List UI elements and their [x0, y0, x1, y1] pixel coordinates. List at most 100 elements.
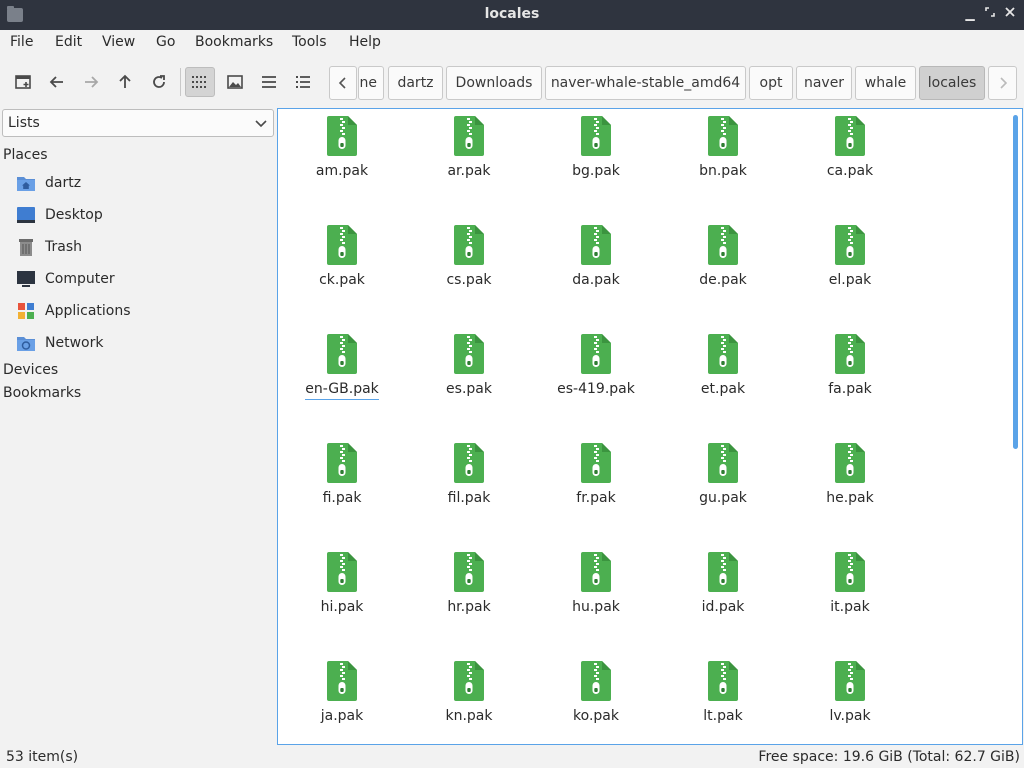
- close-icon[interactable]: [1002, 6, 1018, 22]
- new-tab-button[interactable]: [8, 67, 38, 97]
- file-item[interactable]: es.pak: [414, 327, 524, 427]
- file-item[interactable]: es-419.pak: [541, 327, 651, 427]
- sidebar-item-dartz[interactable]: dartz: [16, 169, 272, 197]
- maximize-icon[interactable]: [982, 6, 998, 22]
- file-item[interactable]: gu.pak: [668, 436, 778, 536]
- file-name: fil.pak: [447, 490, 491, 506]
- sidebar-mode-select[interactable]: Lists: [2, 109, 274, 137]
- back-button[interactable]: [42, 67, 72, 97]
- file-item[interactable]: da.pak: [541, 218, 651, 318]
- menu-go[interactable]: Go: [156, 34, 175, 50]
- up-button[interactable]: [110, 67, 140, 97]
- breadcrumb-scroll-left[interactable]: [329, 66, 357, 100]
- sidebar-item-computer[interactable]: Computer: [16, 265, 272, 293]
- detailed-list-button[interactable]: [288, 67, 318, 97]
- sidebar-item-applications[interactable]: Applications: [16, 297, 272, 325]
- file-item[interactable]: fil.pak: [414, 436, 524, 536]
- breadcrumb-item-opt[interactable]: opt: [749, 66, 793, 100]
- file-item[interactable]: fi.pak: [287, 436, 397, 536]
- file-item[interactable]: fr.pak: [541, 436, 651, 536]
- file-item[interactable]: lv.pak: [795, 654, 905, 744]
- file-item[interactable]: hu.pak: [541, 545, 651, 645]
- file-item[interactable]: bg.pak: [541, 109, 651, 209]
- file-item[interactable]: el.pak: [795, 218, 905, 318]
- menu-view[interactable]: View: [102, 34, 135, 50]
- file-item[interactable]: it.pak: [795, 545, 905, 645]
- file-item[interactable]: et.pak: [668, 327, 778, 427]
- file-name: fi.pak: [322, 490, 362, 506]
- archive-file-icon: [708, 334, 738, 374]
- file-item[interactable]: hi.pak: [287, 545, 397, 645]
- file-item[interactable]: fa.pak: [795, 327, 905, 427]
- archive-file-icon: [454, 552, 484, 592]
- reload-button[interactable]: [144, 67, 174, 97]
- file-item[interactable]: cs.pak: [414, 218, 524, 318]
- file-view[interactable]: am.pak ar.pak bg.pak bn.pak ca.pak ck.pak cs.p…: [277, 108, 1023, 745]
- file-item[interactable]: ar.pak: [414, 109, 524, 209]
- file-item[interactable]: de.pak: [668, 218, 778, 318]
- thumbnail-view-button[interactable]: [220, 67, 250, 97]
- menu-tools[interactable]: Tools: [292, 34, 327, 50]
- breadcrumb-item-whale[interactable]: whale: [855, 66, 916, 100]
- scroll-thumb[interactable]: [1013, 115, 1018, 449]
- menu-help[interactable]: Help: [349, 34, 381, 50]
- archive-file-icon: [708, 443, 738, 483]
- free-space: Free space: 19.6 GiB (Total: 62.7 GiB): [758, 749, 1020, 765]
- archive-file-icon: [581, 552, 611, 592]
- minimize-icon[interactable]: ▁: [962, 6, 978, 22]
- archive-file-icon: [708, 661, 738, 701]
- sidebar-item-network[interactable]: Network: [16, 329, 272, 357]
- menu-edit[interactable]: Edit: [55, 34, 82, 50]
- breadcrumb-item-naver[interactable]: naver: [796, 66, 852, 100]
- file-item[interactable]: lt.pak: [668, 654, 778, 744]
- vertical-scrollbar[interactable]: [1009, 109, 1022, 744]
- menu-file[interactable]: File: [10, 34, 33, 50]
- file-name: he.pak: [826, 490, 874, 506]
- file-item[interactable]: hr.pak: [414, 545, 524, 645]
- detailed-list-icon: [296, 76, 310, 88]
- menu-bookmarks[interactable]: Bookmarks: [195, 34, 273, 50]
- forward-button[interactable]: [76, 67, 106, 97]
- file-item[interactable]: ko.pak: [541, 654, 651, 744]
- file-name: de.pak: [699, 272, 747, 288]
- compact-view-button[interactable]: [254, 67, 284, 97]
- file-name: hi.pak: [320, 599, 364, 615]
- sidebar-item-desktop[interactable]: Desktop: [16, 201, 272, 229]
- menu-bar: File Edit View Go Bookmarks Tools Help: [0, 30, 1024, 56]
- file-item[interactable]: kn.pak: [414, 654, 524, 744]
- breadcrumb-item-home[interactable]: ne: [358, 66, 384, 100]
- places-heading[interactable]: Places: [3, 147, 48, 163]
- file-name: id.pak: [701, 599, 745, 615]
- file-name: cs.pak: [446, 272, 492, 288]
- file-item[interactable]: am.pak: [287, 109, 397, 209]
- file-item[interactable]: bn.pak: [668, 109, 778, 209]
- new-tab-icon: [15, 75, 31, 89]
- file-item[interactable]: he.pak: [795, 436, 905, 536]
- file-item[interactable]: id.pak: [668, 545, 778, 645]
- applications-icon: [18, 303, 34, 319]
- computer-icon: [17, 271, 35, 287]
- bookmarks-heading[interactable]: Bookmarks: [3, 385, 81, 401]
- file-item[interactable]: ca.pak: [795, 109, 905, 209]
- devices-heading[interactable]: Devices: [3, 362, 58, 378]
- breadcrumb-item-locales[interactable]: locales: [919, 66, 985, 100]
- file-item[interactable]: ck.pak: [287, 218, 397, 318]
- file-name: gu.pak: [699, 490, 747, 506]
- file-name: lt.pak: [703, 708, 743, 724]
- breadcrumb-item-naver-whale[interactable]: naver-whale-stable_amd64: [545, 66, 746, 100]
- file-item[interactable]: ja.pak: [287, 654, 397, 744]
- toolbar: ne dartz Downloads naver-whale-stable_am…: [0, 56, 1024, 108]
- breadcrumb-item-downloads[interactable]: Downloads: [446, 66, 542, 100]
- icon-view-icon: [192, 76, 206, 88]
- icon-view-button[interactable]: [185, 67, 215, 97]
- breadcrumb-scroll-right[interactable]: [988, 66, 1017, 100]
- breadcrumb-item-dartz[interactable]: dartz: [388, 66, 443, 100]
- file-name: it.pak: [830, 599, 870, 615]
- back-icon: [49, 76, 63, 88]
- file-name: el.pak: [828, 272, 872, 288]
- sidebar-item-trash[interactable]: Trash: [16, 233, 272, 261]
- file-name: en-GB.pak: [287, 381, 397, 400]
- file-item[interactable]: en-GB.pak: [287, 327, 397, 427]
- reload-icon: [153, 75, 165, 88]
- archive-file-icon: [454, 116, 484, 156]
